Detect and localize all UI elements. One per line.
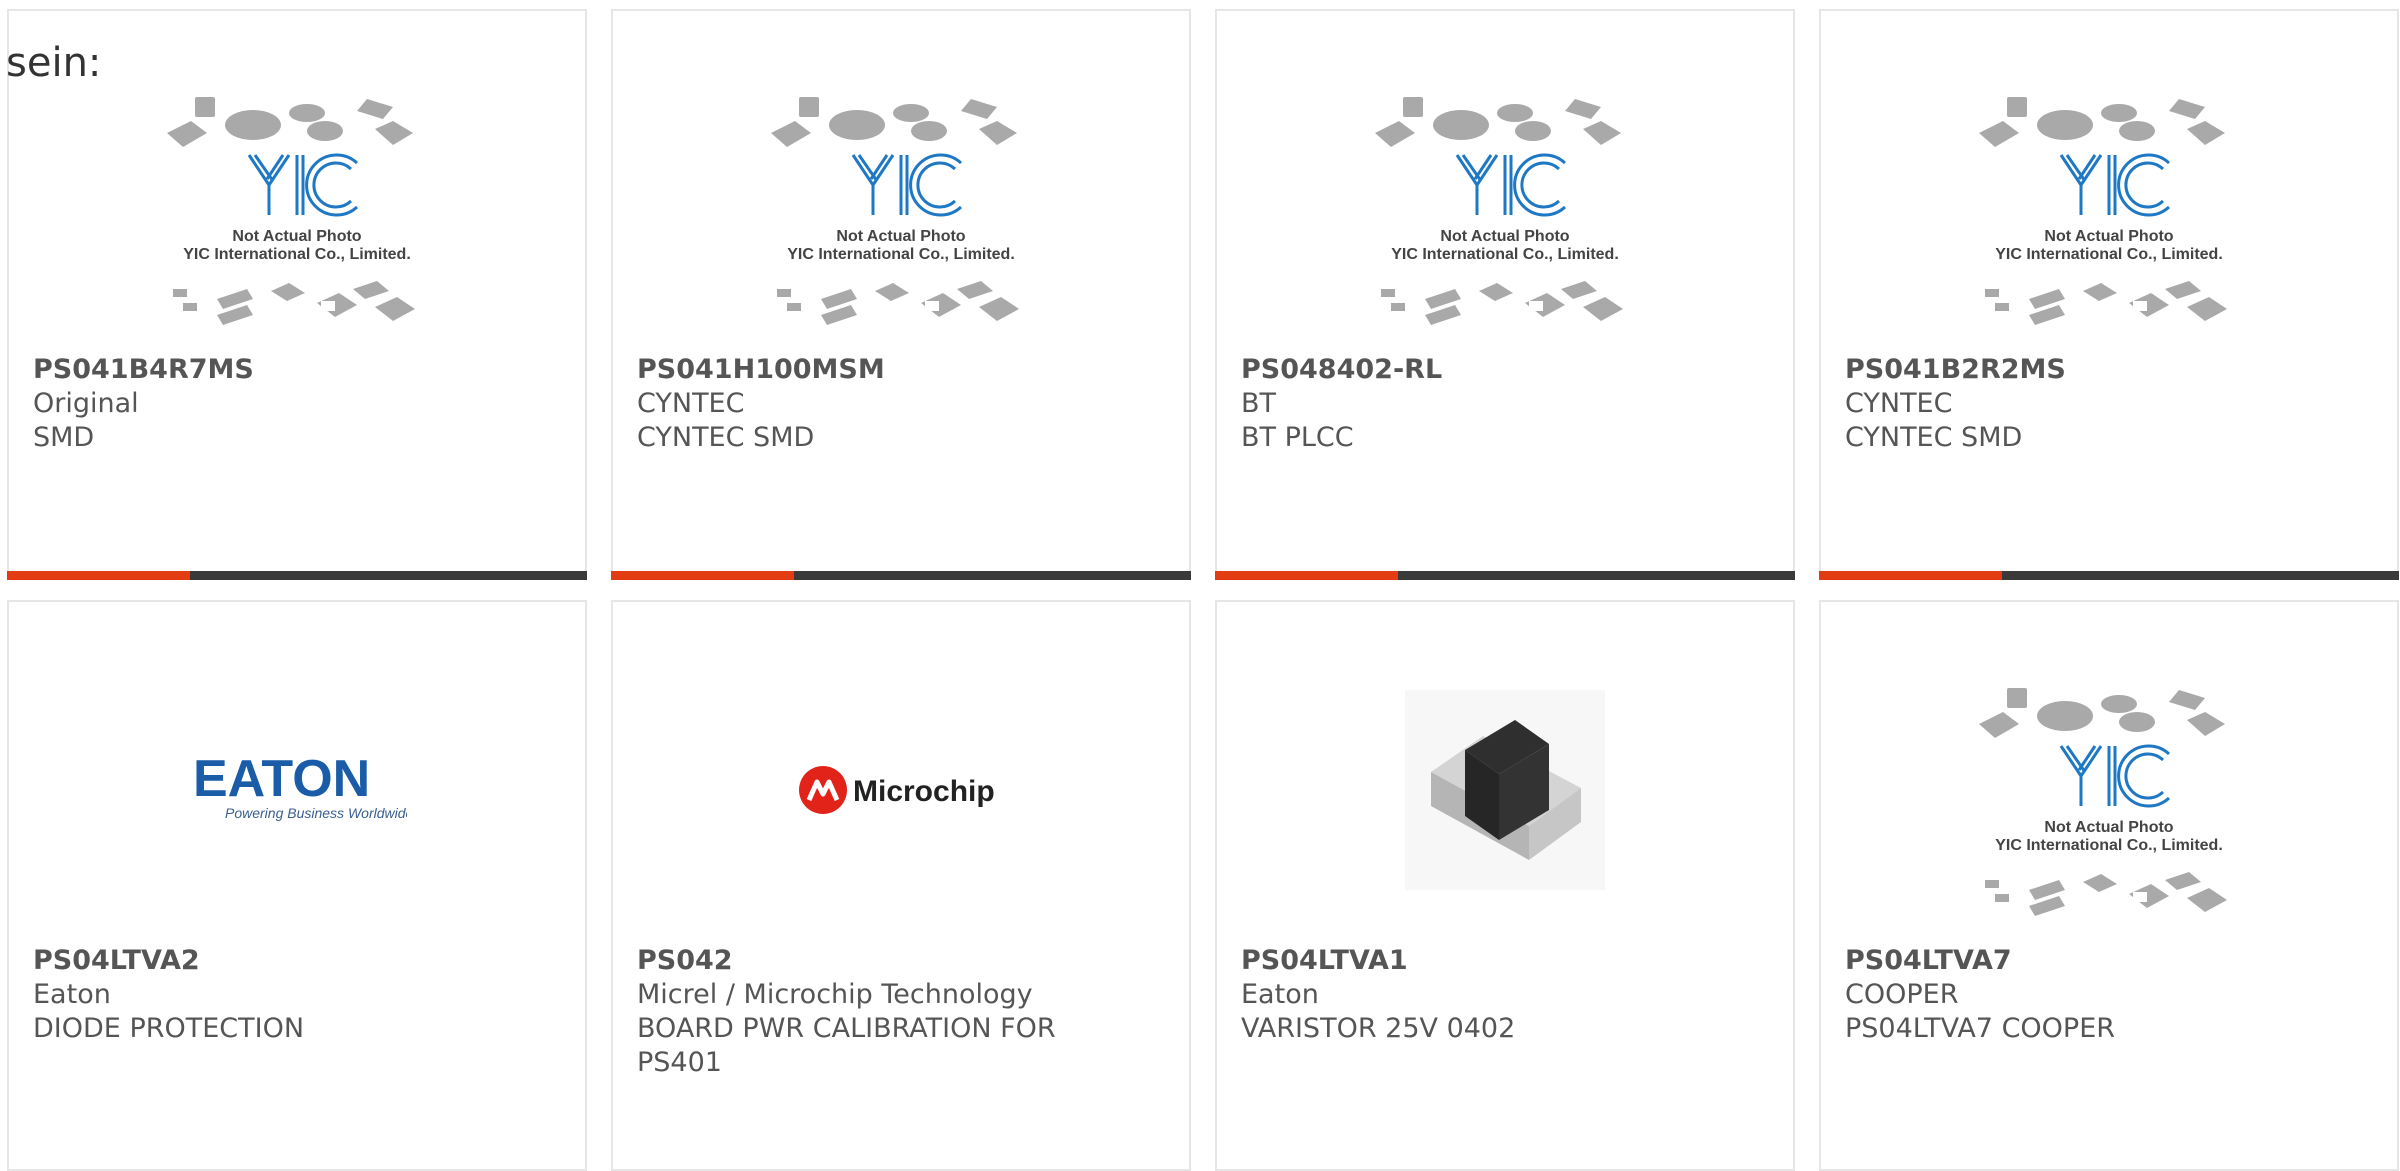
product-image[interactable]: Not Actual Photo YIC International Co., … bbox=[9, 93, 585, 349]
product-info: PS04LTVA1 Eaton VARISTOR 25V 0402 bbox=[1241, 944, 1769, 1046]
description: CYNTEC SMD bbox=[1845, 422, 2023, 453]
description: DIODE PROTECTION bbox=[33, 1013, 305, 1044]
product-info: PS041H100MSM CYNTEC CYNTEC SMD bbox=[637, 353, 1165, 455]
description: BOARD PWR CALIBRATION FOR PS401 bbox=[637, 1013, 1056, 1078]
part-number[interactable]: PS042 bbox=[637, 944, 1165, 978]
product-card[interactable]: Microchip PS042 Micrel / Microchip Techn… bbox=[611, 600, 1191, 1171]
placeholder-caption-1: Not Actual Photo bbox=[2044, 228, 2173, 245]
manufacturer: CYNTEC bbox=[1845, 388, 1953, 419]
product-image[interactable]: Not Actual Photo YIC International Co., … bbox=[613, 93, 1189, 349]
product-image[interactable]: Not Actual Photo YIC International Co., … bbox=[1821, 93, 2397, 349]
product-card[interactable]: Not Actual Photo YIC International Co., … bbox=[1215, 9, 1795, 580]
description: SMD bbox=[33, 422, 95, 453]
product-card[interactable]: Not Actual Photo YIC International Co., … bbox=[7, 9, 587, 580]
product-card[interactable]: EATON Powering Business Worldwide PS04LT… bbox=[7, 600, 587, 1171]
manufacturer: Eaton bbox=[1241, 979, 1319, 1010]
manufacturer: BT bbox=[1241, 388, 1277, 419]
placeholder-caption-2: YIC International Co., Limited. bbox=[1995, 837, 2223, 854]
product-image[interactable]: Not Actual Photo YIC International Co., … bbox=[1821, 684, 2397, 940]
manufacturer: Original bbox=[33, 388, 139, 419]
product-card[interactable]: PS04LTVA1 Eaton VARISTOR 25V 0402 bbox=[1215, 600, 1795, 1171]
product-card[interactable]: Not Actual Photo YIC International Co., … bbox=[1819, 9, 2399, 580]
eaton-logo: EATON Powering Business Worldwide bbox=[193, 750, 407, 821]
microchip-logo: Microchip bbox=[799, 766, 995, 814]
product-grid: Not Actual Photo YIC International Co., … bbox=[7, 9, 2399, 1171]
product-info: PS04LTVA7 COOPER PS04LTVA7 COOPER bbox=[1845, 944, 2373, 1046]
placeholder-caption-2: YIC International Co., Limited. bbox=[787, 246, 1015, 263]
card-bottom-bar bbox=[1819, 571, 2399, 580]
manufacturer: COOPER bbox=[1845, 979, 1959, 1010]
card-bottom-bar bbox=[611, 571, 1191, 580]
product-card[interactable]: Not Actual Photo YIC International Co., … bbox=[1819, 600, 2399, 1171]
part-number[interactable]: PS04LTVA2 bbox=[33, 944, 561, 978]
product-image[interactable] bbox=[1217, 662, 1793, 918]
yic-placeholder-image: Not Actual Photo YIC International Co., … bbox=[1979, 688, 2227, 916]
placeholder-caption-1: Not Actual Photo bbox=[232, 228, 361, 245]
description: BT PLCC bbox=[1241, 422, 1354, 453]
manufacturer: Micrel / Microchip Technology bbox=[637, 979, 1033, 1010]
part-number[interactable]: PS04LTVA7 bbox=[1845, 944, 2373, 978]
card-accent-bar bbox=[7, 571, 190, 580]
microchip-logo-text: Microchip bbox=[853, 775, 995, 808]
placeholder-caption-2: YIC International Co., Limited. bbox=[183, 246, 411, 263]
card-bottom-bar bbox=[1215, 571, 1795, 580]
smd-chip-photo bbox=[1405, 690, 1605, 890]
product-info: PS04LTVA2 Eaton DIODE PROTECTION bbox=[33, 944, 561, 1046]
eaton-logo-text: EATON bbox=[193, 750, 370, 808]
card-accent-bar bbox=[1819, 571, 2002, 580]
manufacturer: CYNTEC bbox=[637, 388, 745, 419]
placeholder-caption-1: Not Actual Photo bbox=[1440, 228, 1569, 245]
eaton-logo-tagline: Powering Business Worldwide bbox=[225, 805, 407, 821]
product-image[interactable]: Not Actual Photo YIC International Co., … bbox=[1217, 93, 1793, 349]
yic-placeholder-image: Not Actual Photo YIC International Co., … bbox=[167, 97, 415, 325]
part-number[interactable]: PS041B4R7MS bbox=[33, 353, 561, 387]
product-info: PS041B4R7MS Original SMD bbox=[33, 353, 561, 455]
description: PS04LTVA7 COOPER bbox=[1845, 1013, 2116, 1044]
card-accent-bar bbox=[611, 571, 794, 580]
product-image[interactable]: Microchip bbox=[613, 662, 1189, 918]
part-number[interactable]: PS041B2R2MS bbox=[1845, 353, 2373, 387]
product-info: PS042 Micrel / Microchip Technology BOAR… bbox=[637, 944, 1165, 1080]
placeholder-caption-2: YIC International Co., Limited. bbox=[1995, 246, 2223, 263]
product-image[interactable]: EATON Powering Business Worldwide bbox=[9, 662, 585, 918]
card-bottom-bar bbox=[7, 571, 587, 580]
description: VARISTOR 25V 0402 bbox=[1241, 1013, 1516, 1044]
card-accent-bar bbox=[1215, 571, 1398, 580]
manufacturer: Eaton bbox=[33, 979, 111, 1010]
placeholder-caption-1: Not Actual Photo bbox=[836, 228, 965, 245]
yic-placeholder-image: Not Actual Photo YIC International Co., … bbox=[771, 97, 1019, 325]
part-number[interactable]: PS048402-RL bbox=[1241, 353, 1769, 387]
yic-placeholder-image: Not Actual Photo YIC International Co., … bbox=[1375, 97, 1623, 325]
product-card[interactable]: Not Actual Photo YIC International Co., … bbox=[611, 9, 1191, 580]
description: CYNTEC SMD bbox=[637, 422, 815, 453]
product-info: PS041B2R2MS CYNTEC CYNTEC SMD bbox=[1845, 353, 2373, 455]
placeholder-caption-2: YIC International Co., Limited. bbox=[1391, 246, 1619, 263]
page-text-fragment: sein: bbox=[6, 40, 102, 86]
product-info: PS048402-RL BT BT PLCC bbox=[1241, 353, 1769, 455]
part-number[interactable]: PS04LTVA1 bbox=[1241, 944, 1769, 978]
yic-placeholder-image: Not Actual Photo YIC International Co., … bbox=[1979, 97, 2227, 325]
placeholder-caption-1: Not Actual Photo bbox=[2044, 819, 2173, 836]
part-number[interactable]: PS041H100MSM bbox=[637, 353, 1165, 387]
